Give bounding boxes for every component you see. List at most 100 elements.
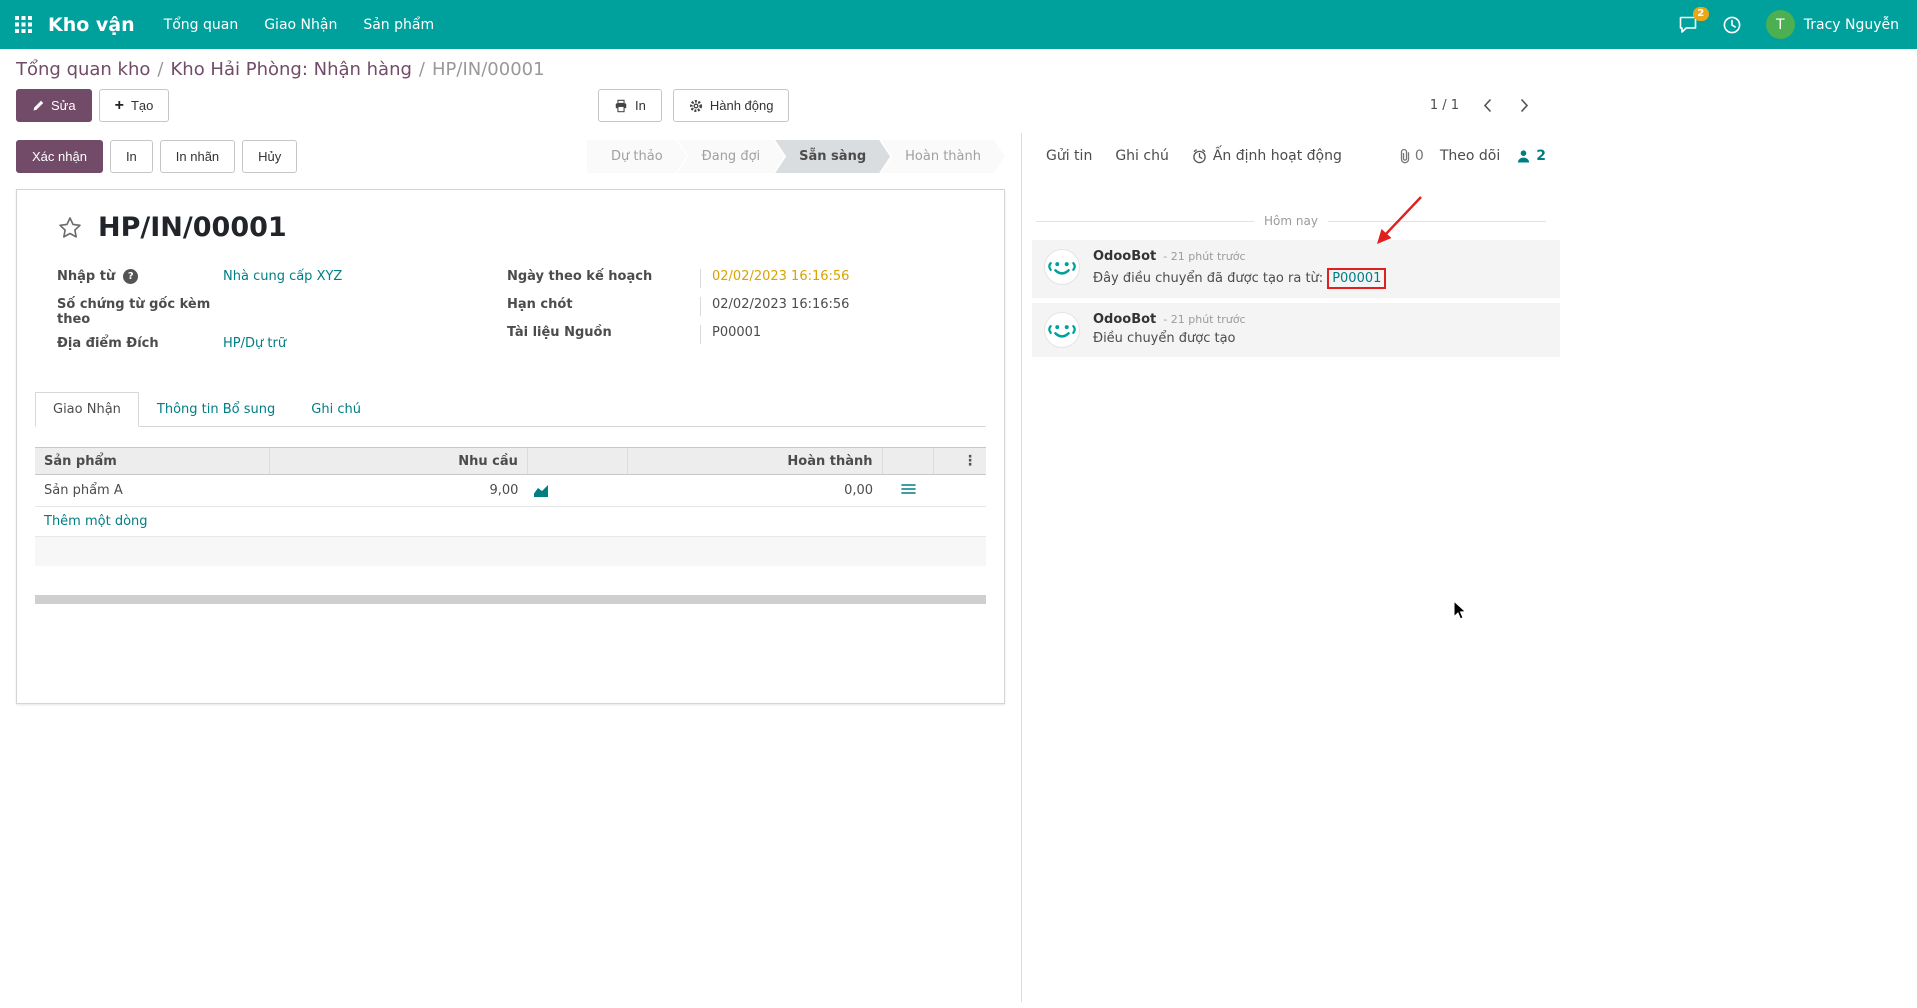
followers-count: 2 — [1536, 148, 1546, 164]
form-fields: Nhập từ ? Nhà cung cấp XYZ Số chứng từ g… — [57, 269, 964, 364]
apps-grid-icon — [14, 16, 32, 33]
activities-systray-button[interactable] — [1710, 0, 1754, 49]
source-transfer-link[interactable]: P00001 — [1327, 268, 1387, 289]
breadcrumb: Tổng quan kho / Kho Hải Phòng: Nhận hàng / H… — [16, 59, 1901, 80]
scheduled-date-label: Ngày theo kế hoạch — [507, 269, 653, 284]
attachments-button[interactable]: 0 — [1399, 148, 1424, 164]
detailed-operations-icon[interactable] — [900, 483, 916, 495]
print-menu-button[interactable]: In — [598, 89, 662, 122]
tab-additional-info[interactable]: Thông tin Bổ sung — [139, 392, 293, 427]
gear-icon — [689, 99, 702, 112]
destination-field-label: Địa điểm Đích — [57, 336, 159, 351]
control-panel-buttons-row: Sửa + Tạo In Hành động 1 / 1 — [16, 89, 1901, 123]
help-question-icon: ? — [123, 269, 139, 284]
breadcrumb-overview-link[interactable]: Tổng quan kho — [16, 59, 150, 80]
printer-icon — [615, 99, 627, 112]
status-step-ready[interactable]: Sẵn sàng — [775, 140, 890, 173]
schedule-activity-button[interactable]: Ấn định hoạt động — [1192, 148, 1342, 164]
top-navbar: Kho vận Tổng quan Giao Nhận Sản phẩm 2 T… — [0, 0, 1917, 49]
cell-done[interactable]: 0,00 — [627, 474, 883, 507]
message-author: OdooBot — [1093, 312, 1157, 327]
send-message-button[interactable]: Gửi tin — [1046, 148, 1092, 164]
follow-button[interactable]: Theo dõi — [1440, 148, 1500, 164]
column-header-forecast — [526, 447, 628, 475]
chatter-message: OdooBot - 21 phút trước Điều chuyển được… — [1032, 303, 1560, 357]
origin-field-label: Số chứng từ gốc kèm theo — [57, 297, 211, 327]
print-button[interactable]: In — [109, 140, 153, 173]
log-note-button[interactable]: Ghi chú — [1115, 148, 1169, 164]
empty-table-row — [35, 566, 986, 595]
column-header-done[interactable]: Hoàn thành — [626, 447, 883, 475]
destination-field-value[interactable]: HP/Dự trữ — [223, 336, 286, 355]
partner-field-label: Nhập từ ? — [57, 269, 223, 288]
user-name: Tracy Nguyễn — [1803, 16, 1899, 33]
date-divider: Hôm nay — [1036, 214, 1546, 228]
breadcrumb-separator: / — [157, 59, 164, 80]
table-header-row: Sản phẩm Nhu cầu Hoàn thành ⋮ — [35, 447, 986, 475]
message-body: Điều chuyển được tạo — [1093, 331, 1236, 346]
tab-operations[interactable]: Giao Nhận — [35, 392, 139, 427]
column-header-product[interactable]: Sản phẩm — [35, 447, 270, 475]
statusbar: Xác nhận In In nhãn Hủy Dự thảo Đang đợi… — [0, 133, 1021, 179]
user-avatar: T — [1765, 10, 1795, 39]
source-document-value: P00001 — [700, 325, 880, 344]
chatter-panel: Gửi tin Ghi chú Ấn định hoạt động 0 Theo… — [1022, 133, 1560, 1002]
table-row[interactable]: Sản phẩm A 9,00 0,00 — [35, 474, 986, 507]
status-step-done[interactable]: Hoàn thành — [881, 140, 1005, 173]
action-menu-button[interactable]: Hành động — [672, 89, 790, 122]
column-header-demand[interactable]: Nhu cầu — [269, 447, 528, 475]
nav-menu-overview[interactable]: Tổng quan — [151, 0, 252, 49]
breadcrumb-operation-link[interactable]: Kho Hải Phòng: Nhận hàng — [170, 59, 411, 80]
control-panel: Tổng quan kho / Kho Hải Phòng: Nhận hàng / H… — [0, 49, 1917, 133]
status-step-draft[interactable]: Dự thảo — [587, 140, 687, 173]
nav-menu-products[interactable]: Sản phẩm — [350, 0, 447, 49]
clock-icon — [1723, 16, 1741, 33]
person-icon — [1518, 150, 1530, 163]
deadline-value: 02/02/2023 16:16:56 — [700, 297, 880, 316]
cancel-button[interactable]: Hủy — [242, 140, 298, 173]
message-body: Đây điều chuyển đã được tạo ra từ: P00001 — [1093, 268, 1387, 289]
print-labels-button[interactable]: In nhãn — [159, 140, 236, 173]
pencil-icon — [33, 100, 44, 110]
record-title: HP/IN/00001 — [98, 212, 287, 243]
add-line-row[interactable]: Thêm một dòng — [35, 506, 986, 537]
chatter-message: OdooBot - 21 phút trước Đây điều chuyển … — [1032, 240, 1560, 298]
pager-previous-button[interactable] — [1483, 98, 1492, 113]
odoobot-avatar — [1044, 312, 1080, 348]
cell-product[interactable]: Sản phẩm A — [35, 474, 270, 507]
apps-menu-button[interactable] — [0, 0, 46, 49]
paperclip-icon — [1400, 148, 1410, 164]
followers-button[interactable]: 2 — [1516, 148, 1546, 164]
cell-demand[interactable]: 9,00 — [269, 474, 528, 507]
forecast-chart-icon[interactable] — [533, 484, 549, 498]
chatter-topbar: Gửi tin Ghi chú Ấn định hoạt động 0 Theo… — [1022, 133, 1560, 178]
nav-menu-transfers[interactable]: Giao Nhận — [251, 0, 350, 49]
chevron-right-icon — [1520, 98, 1529, 113]
message-author: OdooBot — [1093, 249, 1157, 264]
optional-columns-icon[interactable]: ⋮ — [963, 453, 977, 469]
form-sheet: HP/IN/00001 Nhập từ ? Nhà cung cấp XYZ S… — [16, 189, 1005, 704]
pager: 1 / 1 — [1430, 89, 1529, 122]
tab-note[interactable]: Ghi chú — [293, 392, 379, 427]
pager-count: 1 / 1 — [1429, 98, 1459, 113]
source-document-label: Tài liệu Nguồn — [507, 325, 612, 340]
partner-field-value[interactable]: Nhà cung cấp XYZ — [223, 269, 342, 288]
plus-icon: + — [114, 96, 124, 114]
empty-table-row — [35, 536, 986, 566]
app-name[interactable]: Kho vận — [46, 0, 151, 49]
user-menu[interactable]: T Tracy Nguyễn — [1754, 0, 1917, 49]
favorite-star-button[interactable] — [57, 215, 83, 241]
horizontal-scrollbar[interactable] — [35, 594, 986, 604]
validate-button[interactable]: Xác nhận — [16, 140, 103, 173]
edit-button[interactable]: Sửa — [16, 89, 92, 122]
messages-systray-button[interactable]: 2 — [1666, 0, 1710, 49]
activity-clock-icon — [1193, 148, 1206, 163]
create-button[interactable]: + Tạo — [98, 89, 170, 122]
messages-count-badge: 2 — [1692, 7, 1709, 21]
breadcrumb-separator: / — [418, 59, 425, 80]
status-step-waiting[interactable]: Đang đợi — [678, 140, 784, 173]
status-pipeline: Dự thảo Đang đợi Sẵn sàng Hoàn thành — [587, 140, 1005, 173]
move-lines-table: Sản phẩm Nhu cầu Hoàn thành ⋮ Sản phẩm A… — [35, 447, 986, 595]
pager-next-button[interactable] — [1520, 98, 1529, 113]
notebook-tabs: Giao Nhận Thông tin Bổ sung Ghi chú — [35, 392, 986, 427]
